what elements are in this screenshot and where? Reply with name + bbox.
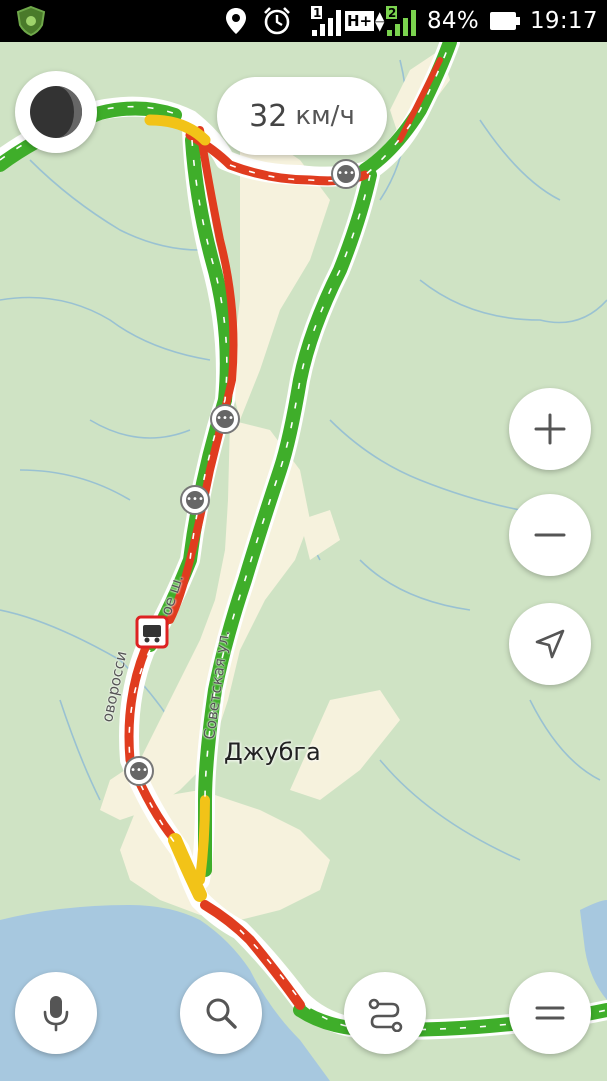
speed-indicator: 32 км/ч <box>217 77 387 155</box>
signal-icon: 1 <box>309 0 343 42</box>
speed-unit: км/ч <box>295 101 355 131</box>
svg-text:•••: ••• <box>130 765 148 776</box>
clock-time: 19:17 <box>530 8 598 34</box>
signal-2-label: 2 <box>388 6 397 20</box>
traffic-map[interactable]: ••• ••• ••• ••• <box>0 42 607 1081</box>
zoom-out-button[interactable] <box>509 494 591 576</box>
town-label: Джубга <box>224 738 321 766</box>
route-icon <box>368 998 403 1032</box>
road-event-marker[interactable]: ••• <box>210 404 240 434</box>
network-type-label: H+ <box>345 11 375 31</box>
road-event-marker[interactable]: ••• <box>124 756 154 786</box>
search-button[interactable] <box>180 972 262 1054</box>
battery-percent: 84% <box>427 8 480 34</box>
signal-1-label: 1 <box>313 6 322 20</box>
avatar-icon <box>30 86 82 138</box>
signal-icon-2: 2 <box>384 0 418 42</box>
voice-search-button[interactable] <box>15 972 97 1054</box>
road-event-marker[interactable]: ••• <box>331 159 361 189</box>
microphone-icon <box>43 996 69 1032</box>
routes-button[interactable] <box>344 972 426 1054</box>
road-event-marker[interactable]: ••• <box>180 485 210 515</box>
alarm-clock-icon <box>261 0 293 42</box>
location-pin-icon <box>224 0 248 42</box>
accident-marker[interactable] <box>135 615 169 649</box>
app-shield-icon <box>14 0 48 42</box>
menu-icon <box>535 1006 565 1020</box>
plus-icon <box>534 413 566 445</box>
network-type: H+ ▲ ▼ <box>345 9 385 33</box>
status-bar: 1 H+ ▲ ▼ 2 84% 19:17 <box>0 0 607 42</box>
menu-button[interactable] <box>509 972 591 1054</box>
speed-value: 32 <box>249 98 288 134</box>
svg-text:•••: ••• <box>337 168 355 179</box>
battery-icon <box>489 0 521 42</box>
zoom-in-button[interactable] <box>509 388 591 470</box>
svg-text:•••: ••• <box>186 494 204 505</box>
profile-button[interactable] <box>15 71 97 153</box>
navigation-arrow-icon <box>535 629 565 659</box>
svg-text:•••: ••• <box>216 413 234 424</box>
search-icon <box>206 998 237 1029</box>
minus-icon <box>534 533 566 537</box>
my-location-button[interactable] <box>509 603 591 685</box>
